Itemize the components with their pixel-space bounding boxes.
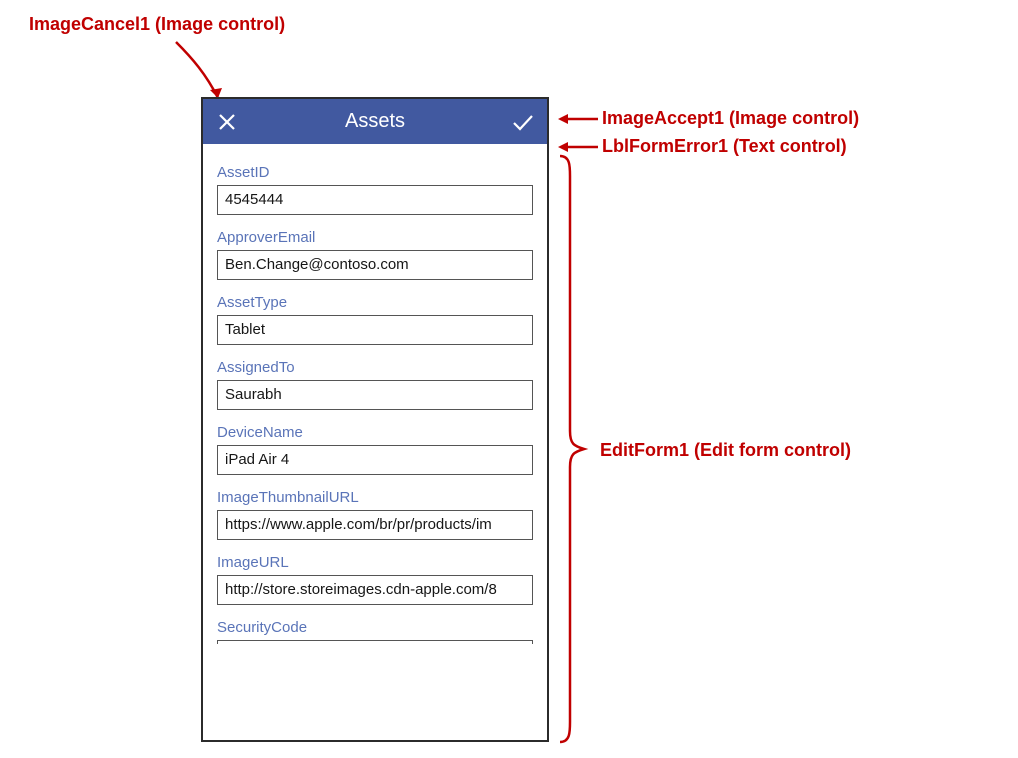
devicename-input[interactable]: iPad Air 4 [217,445,533,475]
edit-form: AssetID 4545444 ApproverEmail Ben.Change… [203,150,547,740]
assettype-input[interactable]: Tablet [217,315,533,345]
app-screen: Assets AssetID 4545444 ApproverEmail Ben… [201,97,549,742]
field-assetid: AssetID 4545444 [217,164,533,215]
imagethumbnailurl-input[interactable]: https://www.apple.com/br/pr/products/im [217,510,533,540]
field-assignedto: AssignedTo Saurabh [217,359,533,410]
field-imageurl: ImageURL http://store.storeimages.cdn-ap… [217,554,533,605]
title-bar: Assets [203,99,547,144]
imageurl-input[interactable]: http://store.storeimages.cdn-apple.com/8 [217,575,533,605]
arrow-error [558,140,598,154]
assetid-input[interactable]: 4545444 [217,185,533,215]
field-label: ImageURL [217,554,533,571]
close-icon [217,112,237,132]
securitycode-input[interactable] [217,640,533,644]
field-imagethumbnailurl: ImageThumbnailURL https://www.apple.com/… [217,489,533,540]
field-label: AssignedTo [217,359,533,376]
field-label: ApproverEmail [217,229,533,246]
field-label: ImageThumbnailURL [217,489,533,506]
accept-button[interactable] [509,108,537,136]
assignedto-input[interactable]: Saurabh [217,380,533,410]
field-label: DeviceName [217,424,533,441]
arrow-accept [558,112,598,126]
annotation-cancel: ImageCancel1 (Image control) [29,14,285,35]
screen-title: Assets [345,110,405,133]
annotation-accept: ImageAccept1 (Image control) [602,108,859,129]
brace-editform [556,156,586,742]
field-approveremail: ApproverEmail Ben.Change@contoso.com [217,229,533,280]
annotation-editform: EditForm1 (Edit form control) [600,440,851,461]
field-label: AssetType [217,294,533,311]
cancel-button[interactable] [213,108,241,136]
field-devicename: DeviceName iPad Air 4 [217,424,533,475]
field-label: SecurityCode [217,619,533,636]
annotation-error: LblFormError1 (Text control) [602,136,847,157]
approveremail-input[interactable]: Ben.Change@contoso.com [217,250,533,280]
field-assettype: AssetType Tablet [217,294,533,345]
field-securitycode: SecurityCode [217,619,533,644]
field-label: AssetID [217,164,533,181]
check-icon [511,112,535,132]
